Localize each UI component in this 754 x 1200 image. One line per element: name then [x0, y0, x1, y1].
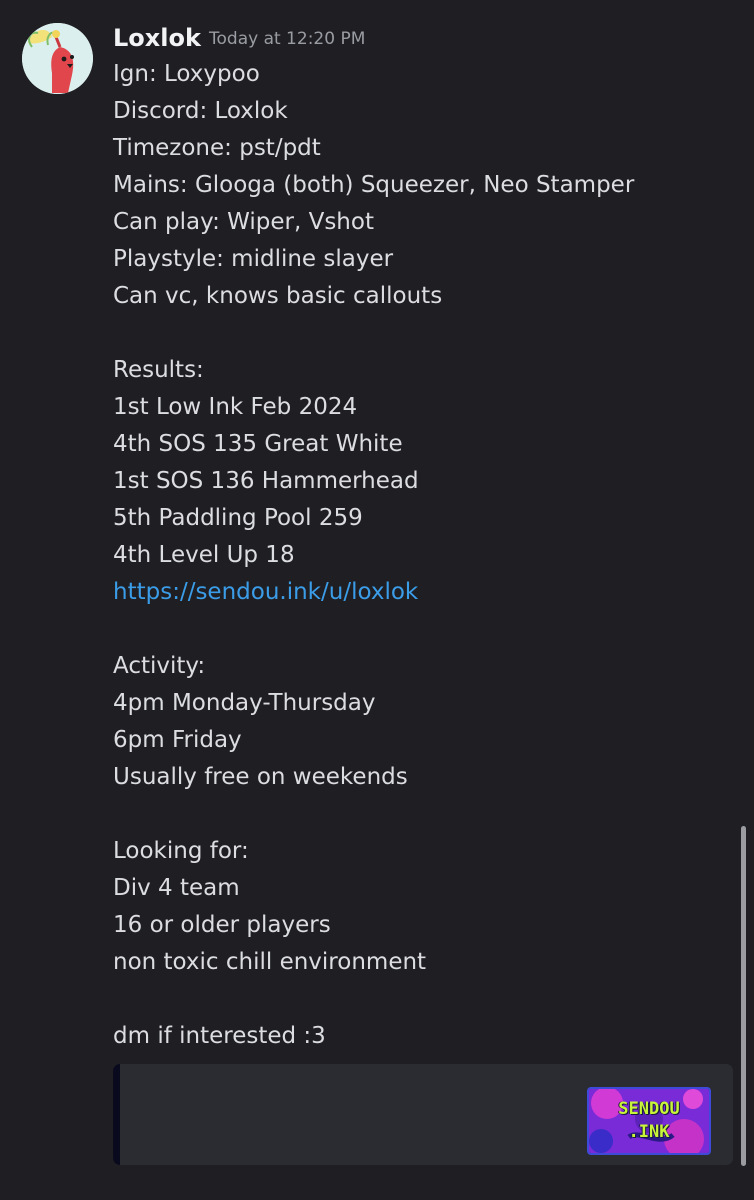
- link-embed[interactable]: SENDOU .INK: [113, 1064, 733, 1165]
- message-line: 4th Level Up 18: [113, 542, 295, 568]
- embed-accent-bar: [113, 1064, 120, 1165]
- message-content: Ign: Loxypoo Discord: Loxlok Timezone: pst…: [113, 56, 713, 1055]
- message-line: dm if interested :3: [113, 1023, 326, 1049]
- message-line: 5th Paddling Pool 259: [113, 505, 363, 531]
- message-line: 16 or older players: [113, 912, 331, 938]
- message-line: Div 4 team: [113, 875, 240, 901]
- discord-message-view: Loxlok Today at 12:20 PM Ign: Loxypoo Dis…: [0, 0, 754, 1200]
- message-link[interactable]: https://sendou.ink/u/loxlok: [113, 574, 713, 611]
- avatar[interactable]: [22, 23, 93, 94]
- message-line: Can vc, knows basic callouts: [113, 283, 443, 309]
- message-line: 6pm Friday: [113, 727, 242, 753]
- scrollbar-thumb[interactable]: [741, 826, 746, 1166]
- message-line: Results:: [113, 357, 204, 383]
- logo-text-top: SENDOU: [618, 1099, 680, 1119]
- message-line: Activity:: [113, 653, 206, 679]
- message-line: non toxic chill environment: [113, 949, 427, 975]
- logo-text-bottom: .INK: [628, 1122, 670, 1142]
- message-line: Mains: Glooga (both) Squeezer, Neo Stamp…: [113, 172, 635, 198]
- message-line: 1st Low Ink Feb 2024: [113, 394, 358, 420]
- message-line: Discord: Loxlok: [113, 98, 288, 124]
- message-timestamp: Today at 12:20 PM: [209, 29, 366, 49]
- message-line: 4th SOS 135 Great White: [113, 431, 403, 457]
- message-line: Ign: Loxypoo: [113, 61, 260, 87]
- message-line: Usually free on weekends: [113, 764, 408, 790]
- message-line: Can play: Wiper, Vshot: [113, 209, 374, 235]
- message-line: 1st SOS 136 Hammerhead: [113, 468, 419, 494]
- message-line: Playstyle: midline slayer: [113, 246, 394, 272]
- embed-thumbnail[interactable]: SENDOU .INK: [587, 1087, 711, 1155]
- message-line: 4pm Monday-Thursday: [113, 690, 376, 716]
- message-line: Timezone: pst/pdt: [113, 135, 321, 161]
- pikmin-icon: [22, 23, 93, 94]
- message-line: Looking for:: [113, 838, 249, 864]
- author-username[interactable]: Loxlok: [113, 22, 201, 54]
